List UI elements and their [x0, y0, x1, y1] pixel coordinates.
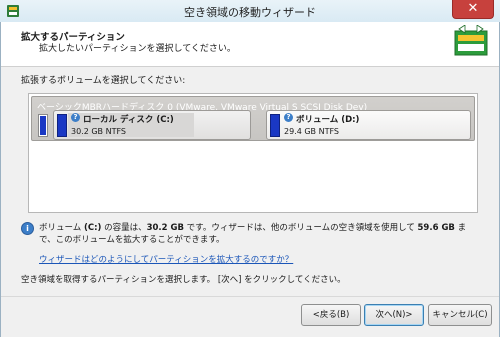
capacity-info-text: ボリューム (C:) の容量は、30.2 GB です。ウィザードは、他のボリュー… — [39, 223, 467, 245]
wizard-content: 拡張するボリュームを選択してください: ベーシックMBRハードディスク 0 (V… — [1, 67, 499, 296]
partition-d-name: ボリューム (D:) — [296, 115, 360, 125]
page-subtitle: 拡大したいパーティションを選択してください。 — [39, 44, 236, 54]
wizard-header: 拡大するパーティション 拡大したいパーティションを選択してください。 — [1, 22, 499, 67]
back-button[interactable]: <戻る(B) — [301, 304, 361, 326]
window-title: 空き領域の移動ウィザード — [184, 6, 316, 19]
select-volume-prompt: 拡張するボリュームを選択してください: — [21, 76, 186, 86]
title-bar: 空き領域の移動ウィザード ✕ — [0, 0, 500, 23]
close-button[interactable]: ✕ — [452, 0, 494, 19]
next-button[interactable]: 次へ(N)> — [364, 304, 424, 326]
partition-c-size: 30.2 GB NTFS — [71, 127, 126, 136]
wizard-footer: <戻る(B) 次へ(N)> キャンセル(C) — [1, 296, 499, 337]
disk-row: ベーシックMBRハードディスク 0 (VMware, VMware Virtua… — [31, 96, 475, 141]
info-icon: i — [21, 222, 34, 235]
partition-d-bar — [270, 114, 280, 137]
disk-unallocated-block — [38, 114, 48, 137]
partition-d-size: 29.4 GB NTFS — [284, 127, 339, 136]
partition-c-help-icon: ? — [71, 113, 80, 122]
help-link[interactable]: ウィザードはどのようにしてパーティションを拡大するのですか？ — [39, 253, 293, 265]
instruction-text: 空き領域を取得するパーティションを選択します。 [次へ] をクリックしてください… — [21, 275, 346, 285]
disk-map-panel: ベーシックMBRハードディスク 0 (VMware, VMware Virtua… — [28, 93, 478, 213]
partition-d-help-icon: ? — [284, 113, 293, 122]
resize-arrows-icon — [454, 25, 488, 56]
partition-d[interactable]: ? ボリューム (D:) 29.4 GB NTFS — [266, 110, 471, 140]
partition-c-bar — [57, 114, 67, 137]
partition-c-name: ローカル ディスク (C:) — [83, 115, 174, 125]
partition-c[interactable]: ? ローカル ディスク (C:) 30.2 GB NTFS — [53, 110, 251, 140]
cancel-button[interactable]: キャンセル(C) — [428, 304, 492, 326]
